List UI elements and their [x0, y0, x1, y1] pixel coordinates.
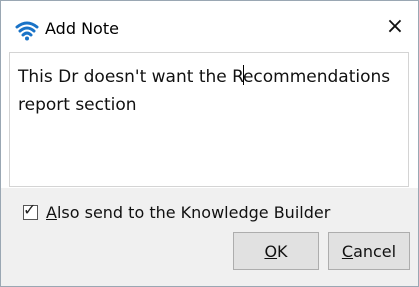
wifi-logo-icon: [15, 18, 39, 42]
cancel-button[interactable]: Cancel: [328, 232, 410, 270]
ok-button[interactable]: OK: [233, 232, 319, 270]
ok-label-rest: K: [277, 241, 288, 261]
title-bar[interactable]: Add Note ×: [1, 1, 418, 51]
add-note-dialog: Add Note × This Dr doesn't want the Reco…: [0, 0, 419, 287]
dialog-title: Add Note: [45, 19, 119, 38]
close-icon: ×: [385, 14, 405, 39]
cancel-hotkey: C: [341, 241, 354, 261]
also-send-checkbox-row[interactable]: ✓ Also send to the Knowledge Builder: [23, 201, 330, 223]
note-text-before-caret: This Dr doesn't want the R: [18, 67, 244, 87]
also-send-label-rest: lso send to the Knowledge Builder: [56, 202, 331, 222]
ok-hotkey: O: [264, 241, 278, 261]
also-send-label: Also send to the Knowledge Builder: [46, 203, 330, 222]
close-button[interactable]: ×: [379, 11, 411, 43]
checkmark-icon: ✓: [23, 199, 37, 219]
also-send-hotkey: A: [46, 202, 57, 222]
dialog-footer: ✓ Also send to the Knowledge Builder OK …: [1, 188, 418, 286]
cancel-label-rest: ancel: [353, 241, 397, 261]
also-send-checkbox[interactable]: ✓: [23, 199, 38, 220]
note-textarea[interactable]: This Dr doesn't want the Recommendations…: [9, 52, 409, 187]
